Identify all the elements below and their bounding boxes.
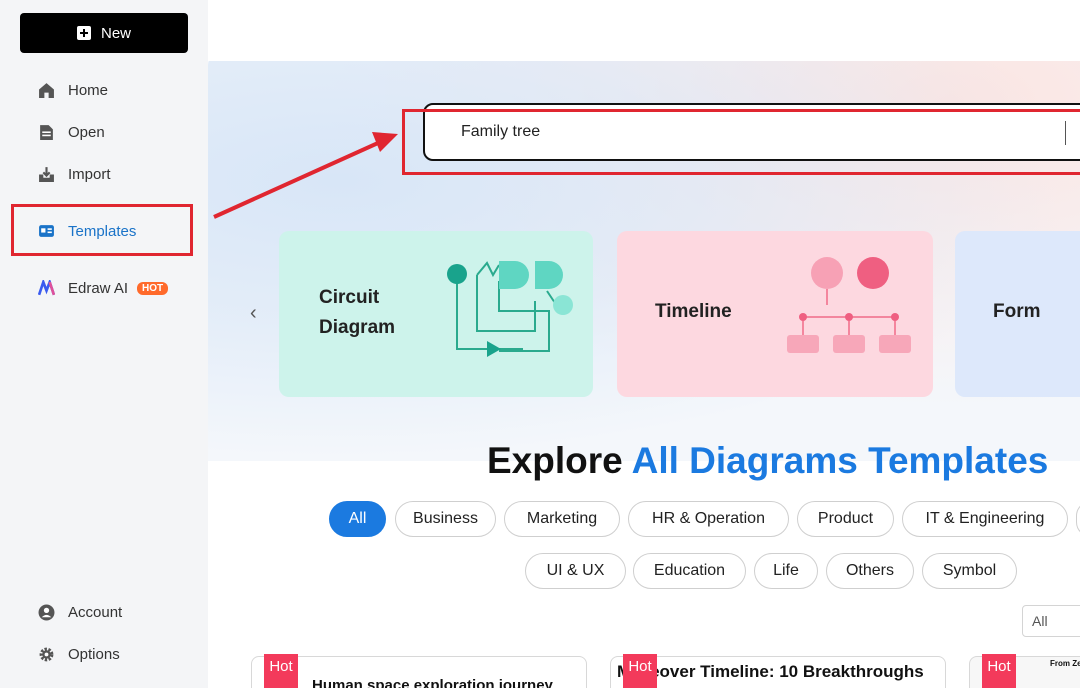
category-chip-business[interactable]: Business [395,501,496,537]
explore-heading: Explore All Diagrams Templates [487,440,1048,482]
category-chip-it-engineering[interactable]: IT & Engineering [902,501,1068,537]
card-label-line1: Circuit [319,287,380,308]
category-chip-product[interactable]: Product [797,501,894,537]
sidebar-item-account[interactable]: Account [38,600,122,624]
search-highlight-box [402,109,1080,175]
sidebar: New Home Open Import Templates Edraw AI … [0,0,208,688]
sidebar-item-label: Options [68,645,120,663]
template-card-title: Human space exploration journey [312,677,553,688]
explore-heading-highlight: All Diagrams Templates [631,440,1049,481]
circuit-illustration [447,261,573,357]
new-button[interactable]: New [20,13,188,53]
template-card-title: From Ze [1050,659,1080,668]
sidebar-item-options[interactable]: Options [38,642,120,666]
template-card[interactable]: Human space exploration journey [251,656,587,688]
sidebar-item-edraw-ai[interactable]: Edraw AI HOT [38,276,169,300]
template-card-circuit-diagram[interactable]: Circuit Diagram [279,231,593,397]
new-button-label: New [100,24,131,42]
timeline-illustration [787,257,911,353]
template-card-title: Makeover Timeline: 10 Breakthroughs [617,662,924,681]
sidebar-item-home[interactable]: Home [38,78,108,102]
templates-highlight-box [11,204,193,256]
hot-tag: Hot [982,654,1016,688]
card-label: Timeline [655,301,732,322]
template-card[interactable]: Makeover Timeline: 10 Breakthroughs [610,656,946,688]
category-chip-ui-ux[interactable]: UI & UX [525,553,626,589]
filter-select[interactable]: All [1022,605,1080,637]
edraw-ai-icon [38,279,55,297]
sidebar-item-label: Import [68,165,111,183]
category-chip-others[interactable]: Others [826,553,914,589]
category-chip-education[interactable]: Education [633,553,746,589]
sidebar-item-label: Open [68,123,105,141]
sidebar-item-import[interactable]: Import [38,162,111,186]
category-chip-marketing[interactable]: Marketing [504,501,620,537]
category-chip-hr-operation[interactable]: HR & Operation [628,501,789,537]
hot-badge: HOT [137,281,169,295]
card-label-line2: Diagram [319,317,396,338]
category-chip-all[interactable]: All [329,501,386,537]
carousel-prev-arrow[interactable]: ‹ [250,302,266,324]
home-icon [38,82,55,99]
explore-heading-prefix: Explore [487,440,632,481]
hot-tag: Hot [264,654,298,688]
import-icon [38,166,55,183]
template-card-form[interactable]: Form [955,231,1080,397]
category-chip-symbol[interactable]: Symbol [922,553,1017,589]
gear-icon [38,646,55,663]
sidebar-item-label: Edraw AI [68,279,129,297]
file-icon [38,124,55,141]
category-chip-life[interactable]: Life [754,553,818,589]
sidebar-item-label: Home [68,81,109,99]
card-label: Form [993,301,1041,322]
account-icon [38,604,55,621]
sidebar-item-label: Account [68,603,123,621]
card-label: Circuit Diagram [319,283,395,343]
plus-icon [76,26,91,40]
hot-tag: Hot [623,654,657,688]
sidebar-item-open[interactable]: Open [38,120,105,144]
template-card-timeline[interactable]: Timeline [617,231,933,397]
